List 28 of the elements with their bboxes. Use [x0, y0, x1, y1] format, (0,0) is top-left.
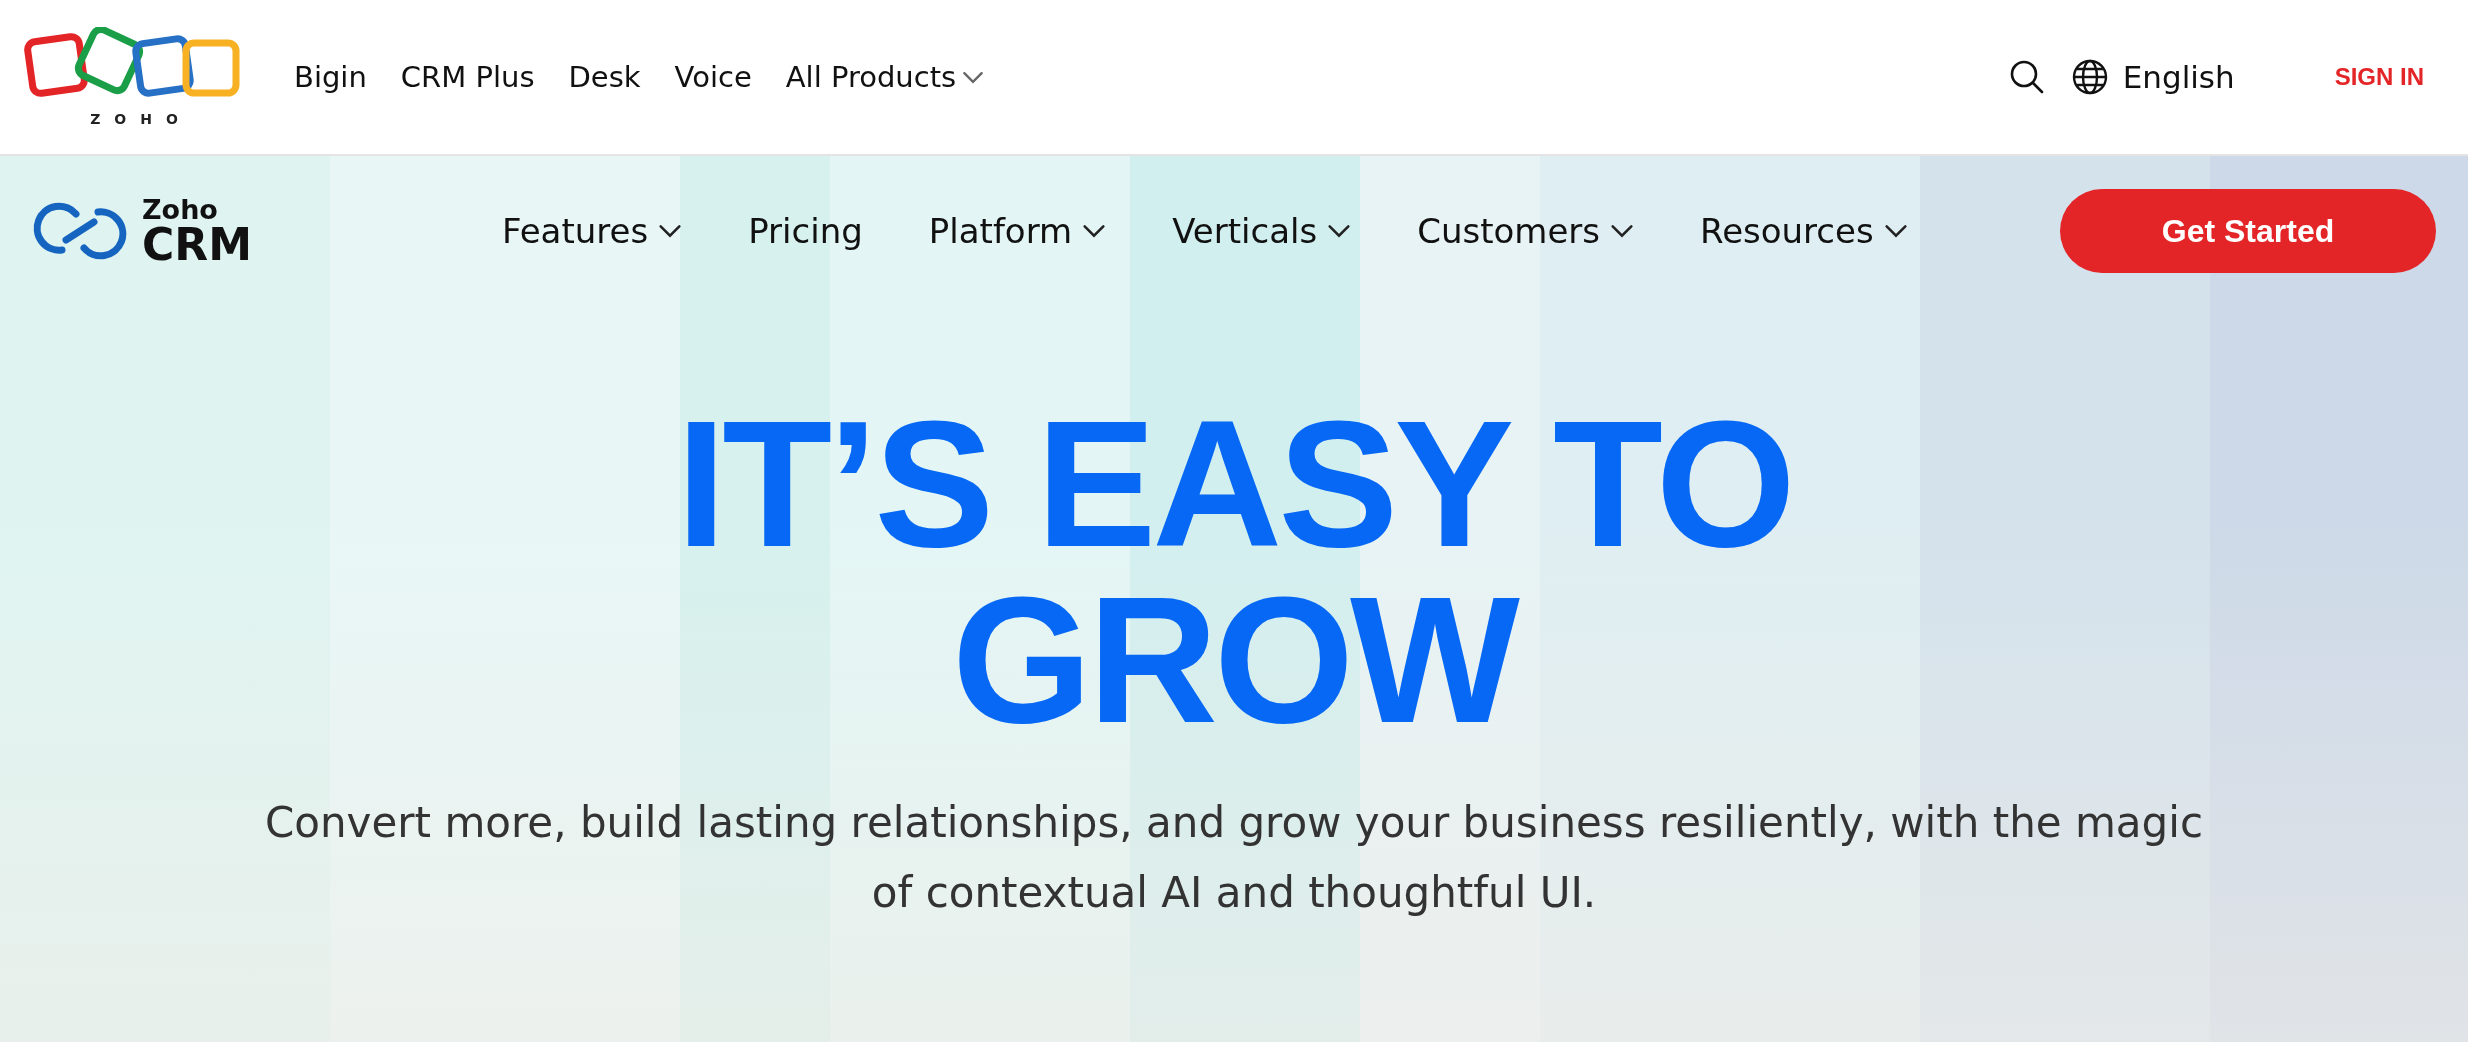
brand-name: Zoho — [142, 195, 219, 223]
chevron-down-icon — [1327, 224, 1352, 238]
nav-link[interactable]: Verticals — [1172, 211, 1352, 251]
product-link[interactable]: Voice — [674, 60, 752, 94]
nav-link[interactable]: Pricing — [748, 211, 863, 251]
hero-subtitle: Convert more, build lasting relationships, and grow your business resiliently, with the magic of contextual AI and thoughtful UI. — [263, 797, 2205, 919]
logo-text: ZOHO — [89, 111, 192, 127]
sign-in-link[interactable]: SIGN IN — [2334, 63, 2424, 91]
chevron-down-icon — [1082, 224, 1107, 238]
chevron-down-icon — [658, 224, 683, 238]
crm-logo-icon[interactable] — [32, 200, 128, 262]
nav-link[interactable]: Features — [501, 211, 683, 251]
hero-headline: IT’S EASY TO — [676, 396, 1792, 572]
product-link[interactable]: Bigin — [294, 60, 367, 94]
nav-link[interactable]: Resources — [1700, 211, 1908, 251]
nav-link[interactable]: Customers — [1417, 211, 1635, 251]
product-link[interactable]: Desk — [568, 60, 641, 94]
brand-product: CRM — [142, 222, 252, 267]
search-icon[interactable] — [2008, 59, 2045, 95]
nav-link[interactable]: Platform — [928, 211, 1107, 251]
language-selector[interactable]: English — [2122, 59, 2235, 95]
get-started-button[interactable]: Get Started — [2060, 189, 2436, 273]
chevron-down-icon — [1610, 224, 1635, 238]
chevron-down-icon — [962, 70, 985, 84]
product-link[interactable]: CRM Plus — [400, 60, 535, 94]
chevron-down-icon — [1883, 224, 1908, 238]
product-link[interactable]: All Products — [785, 60, 985, 94]
globe-icon[interactable] — [2070, 58, 2109, 96]
